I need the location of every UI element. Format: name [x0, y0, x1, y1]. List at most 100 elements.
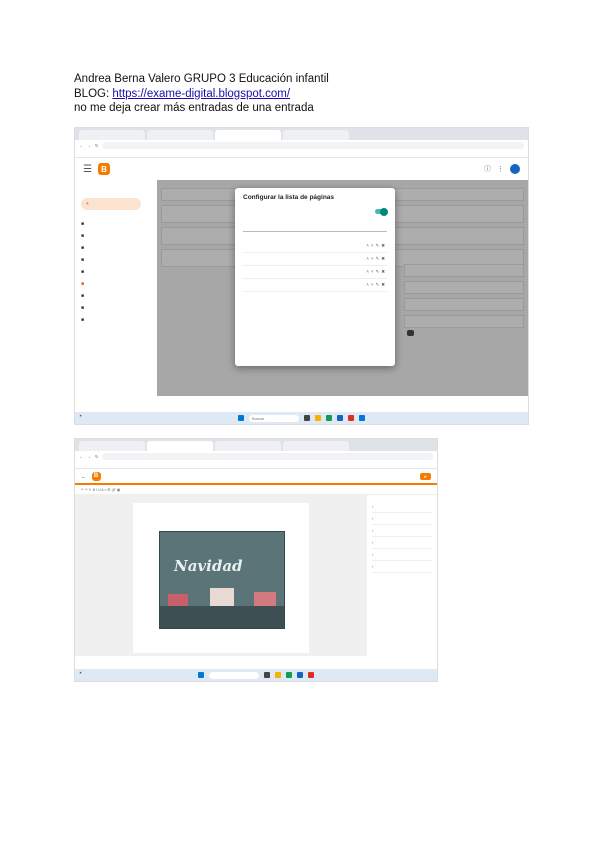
apps-icon[interactable]: ⋮ — [497, 165, 504, 173]
blogger-logo[interactable]: B — [97, 163, 110, 175]
app-icon[interactable] — [308, 672, 314, 678]
settings-item[interactable]: › — [372, 513, 432, 525]
browser-tab-active[interactable] — [215, 130, 281, 140]
image-title: Navidad — [174, 556, 243, 575]
sidebar-item-selected[interactable]: ■ — [81, 278, 157, 290]
menu-icon[interactable]: ☰ — [83, 164, 92, 175]
blogger-body: + ■ ■ ■ ■ ■ ■ ■ ■ ■ Configurar la lista … — [75, 180, 528, 396]
sidebar-item[interactable]: ■ — [81, 266, 157, 278]
bookmarks-bar — [75, 150, 528, 158]
app-icon[interactable] — [359, 415, 365, 421]
author-line: Andrea Berna Valero GRUPO 3 Educación in… — [74, 73, 329, 85]
back-arrow-icon[interactable]: ← — [81, 474, 86, 479]
post-text — [141, 509, 301, 523]
blog-selector[interactable] — [81, 184, 157, 190]
app-icon[interactable] — [348, 415, 354, 421]
start-icon[interactable] — [238, 415, 244, 421]
taskbar-search[interactable] — [209, 671, 259, 679]
reload-icon[interactable]: ↻ — [95, 143, 98, 148]
sidebar-item[interactable]: ■ — [81, 218, 157, 230]
weather-widget[interactable]: ☀ — [79, 414, 82, 418]
sidebar-item[interactable]: ■ — [81, 314, 157, 326]
avatar[interactable] — [510, 164, 520, 174]
forward-icon[interactable]: → — [87, 143, 91, 148]
browser-tab-bar — [75, 128, 528, 140]
document-header: Andrea Berna Valero GRUPO 3 Educación in… — [74, 72, 329, 116]
sidebar-item[interactable]: ■ — [81, 230, 157, 242]
mail-icon[interactable] — [337, 415, 343, 421]
app-icon[interactable] — [264, 672, 270, 678]
dialog-title: Configurar la lista de páginas — [243, 194, 335, 201]
browser-tab[interactable] — [283, 441, 349, 451]
title-field[interactable] — [243, 222, 387, 232]
browser-tab[interactable] — [79, 441, 145, 451]
new-post-button[interactable]: + — [81, 198, 141, 210]
screenshot-blogger-editor: ← → ↻ ← B ➤ ↶ ↷ ✎ B I U A ≡ ☰ 🔗 ▣ Navida… — [74, 438, 438, 682]
back-icon[interactable]: ← — [79, 454, 83, 459]
editor-toolbar: ↶ ↷ ✎ B I U A ≡ ☰ 🔗 ▣ — [75, 485, 437, 495]
back-icon[interactable]: ← — [79, 143, 83, 148]
toggle-row — [243, 207, 388, 216]
folder-icon[interactable] — [315, 415, 321, 421]
sidebar-item[interactable]: ■ — [81, 242, 157, 254]
screenshot-blogger-layout: ← → ↻ ☰ B ⓘ ⋮ + ■ ■ ■ ■ ■ ■ ■ ■ ■ Config… — [74, 127, 529, 425]
page-row-controls[interactable]: ˄˅✎✖ — [366, 243, 387, 249]
help-icon[interactable]: ⓘ — [484, 164, 491, 174]
windows-taskbar: ☀ — [75, 669, 437, 681]
blog-line: BLOG: https://exame-digital.blogspot.com… — [74, 87, 329, 102]
windows-taskbar: ☀ Buscar — [75, 412, 528, 424]
url-field[interactable] — [102, 141, 524, 149]
browser-tab-active[interactable] — [147, 441, 213, 451]
weather-widget[interactable]: ☀ — [79, 671, 82, 675]
address-bar: ← → ↻ — [75, 451, 437, 461]
settings-item[interactable]: › — [372, 525, 432, 537]
browser-tab[interactable] — [147, 130, 213, 140]
pages-dialog: Configurar la lista de páginas ˄˅✎✖ ˄˅✎✖… — [235, 188, 414, 366]
taskbar-search[interactable]: Buscar — [249, 414, 299, 422]
mail-icon[interactable] — [297, 672, 303, 678]
layout-main: Configurar la lista de páginas ˄˅✎✖ ˄˅✎✖… — [157, 180, 528, 396]
reload-icon[interactable]: ↻ — [95, 454, 98, 459]
url-field[interactable] — [102, 452, 433, 460]
start-icon[interactable] — [198, 672, 204, 678]
browser-icon[interactable] — [286, 672, 292, 678]
app-icon[interactable] — [304, 415, 310, 421]
post-image[interactable]: Navidad — [159, 530, 285, 629]
publish-button[interactable]: ➤ — [419, 472, 431, 480]
sidebar-item[interactable]: ■ — [81, 302, 157, 314]
browser-tab[interactable] — [79, 130, 145, 140]
browser-tab-bar — [75, 439, 437, 451]
sidebar-item[interactable]: ■ — [81, 254, 157, 266]
sidebar-item[interactable]: ■ — [81, 290, 157, 302]
folder-icon[interactable] — [275, 672, 281, 678]
page-row-controls[interactable]: ˄˅✎✖ — [366, 256, 387, 262]
blogger-header: ☰ B ⓘ ⋮ — [75, 158, 528, 180]
bookmarks-bar — [75, 461, 437, 469]
page-row: ˄˅✎✖ — [243, 279, 387, 292]
blog-label: BLOG: — [74, 87, 113, 100]
forward-icon[interactable]: → — [87, 454, 91, 459]
page-row-controls[interactable]: ˄˅✎✖ — [366, 269, 387, 275]
editor-body: Navidad › › › › › › — [75, 495, 437, 656]
settings-item[interactable]: › — [372, 561, 432, 573]
blogger-logo[interactable]: B — [91, 471, 101, 481]
address-bar: ← → ↻ — [75, 140, 528, 150]
browser-icon[interactable] — [326, 415, 332, 421]
tooltip — [407, 330, 414, 336]
editor-header: ← B ➤ — [75, 469, 437, 485]
page-row: ˄˅✎✖ — [243, 266, 387, 279]
browser-tab[interactable] — [215, 441, 281, 451]
page-row-controls[interactable]: ˄˅✎✖ — [366, 282, 387, 288]
browser-tab[interactable] — [283, 130, 349, 140]
page-row: ˄˅✎✖ — [243, 253, 387, 266]
settings-item[interactable]: › — [372, 501, 432, 513]
page-row: ˄˅✎✖ — [243, 240, 387, 253]
settings-item[interactable]: › — [372, 549, 432, 561]
blog-link[interactable]: https://exame-digital.blogspot.com/ — [112, 88, 290, 100]
settings-item[interactable]: › — [372, 537, 432, 549]
post-content[interactable]: Navidad — [133, 503, 309, 653]
sidebar: + ■ ■ ■ ■ ■ ■ ■ ■ ■ — [75, 180, 157, 396]
document-page: Andrea Berna Valero GRUPO 3 Educación in… — [0, 0, 600, 848]
visibility-toggle[interactable] — [375, 207, 388, 216]
problem-note: no me deja crear más entradas de una ent… — [74, 102, 314, 114]
